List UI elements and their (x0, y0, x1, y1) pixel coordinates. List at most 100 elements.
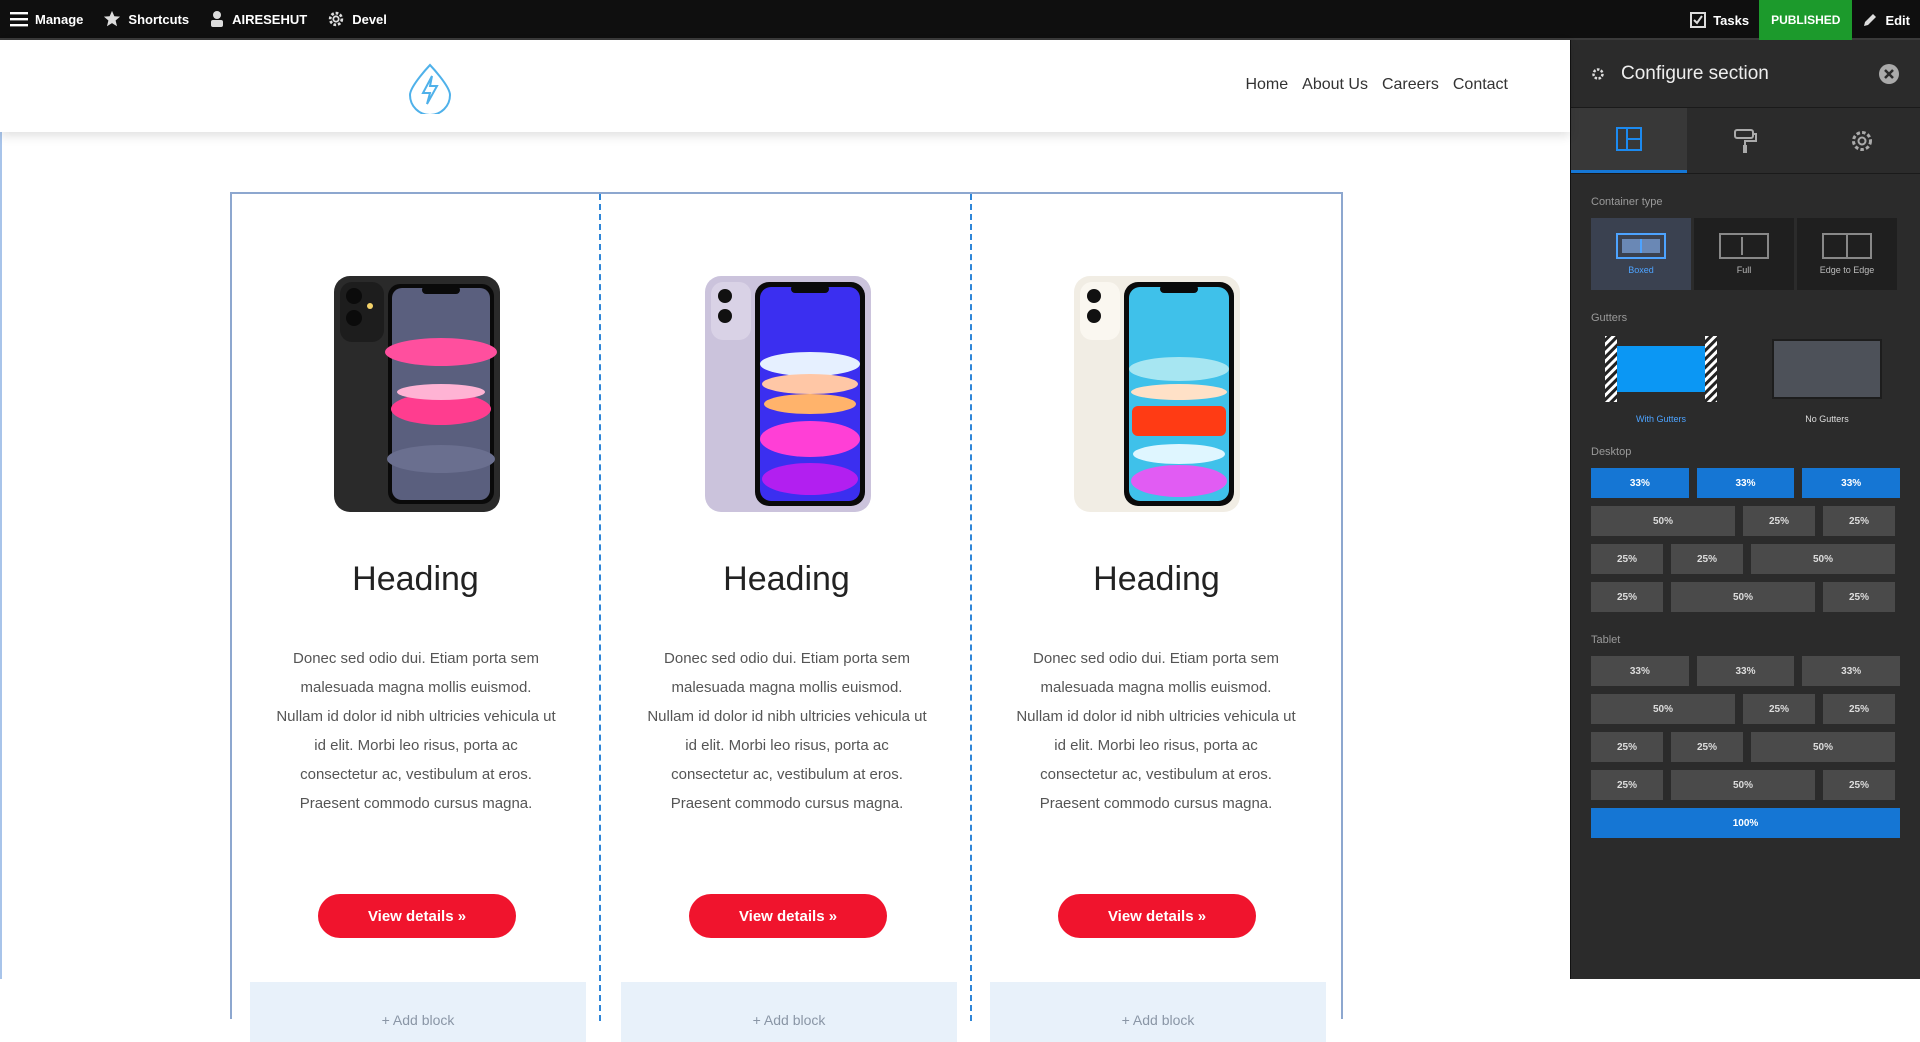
devel-label: Devel (352, 11, 387, 27)
layout-option[interactable]: 50% (1751, 544, 1895, 574)
view-details-button[interactable]: View details » (318, 894, 516, 938)
pencil-icon (1864, 14, 1877, 26)
card-heading: Heading (1093, 560, 1220, 598)
container-type-label: Boxed (1628, 265, 1654, 275)
star-icon (104, 10, 121, 27)
user-label: AIRESEHUT (232, 11, 308, 27)
layout-row: 25% 50% 25% (1591, 582, 1900, 612)
layout-row: 50% 25% 25% (1591, 506, 1900, 536)
tab-settings[interactable] (1804, 108, 1920, 173)
column-2[interactable]: Heading Donec sed odio dui. Etiam porta … (603, 194, 972, 1042)
layout-option[interactable]: 25% (1591, 732, 1663, 762)
layout-option[interactable]: 50% (1671, 770, 1815, 800)
gutters-label: Gutters (1591, 312, 1628, 324)
column-3[interactable]: Heading Donec sed odio dui. Etiam porta … (972, 194, 1341, 1042)
container-type-edge[interactable]: Edge to Edge (1797, 218, 1897, 290)
gutter-none[interactable]: No Gutters (1757, 334, 1897, 424)
edge-layout-icon (1822, 233, 1872, 259)
tab-layout[interactable] (1571, 108, 1688, 173)
tasks-menu[interactable]: Tasks (1680, 0, 1759, 40)
user-menu[interactable]: AIRESEHUT (199, 0, 317, 39)
layout-option[interactable]: 25% (1823, 694, 1895, 724)
hamburger-icon (10, 12, 28, 27)
column-1[interactable]: Heading Donec sed odio dui. Etiam porta … (232, 194, 601, 1042)
layout-option[interactable]: 50% (1751, 732, 1895, 762)
gutter-options: With Gutters No Gutters (1591, 334, 1900, 424)
layout-option[interactable]: 25% (1823, 506, 1895, 536)
devel-menu[interactable]: Devel (317, 0, 397, 39)
drop-bolt-logo-icon[interactable] (404, 62, 456, 114)
edit-button[interactable]: Edit (1852, 0, 1920, 40)
layout-option[interactable]: 33% (1696, 468, 1795, 498)
user-icon (211, 11, 224, 27)
paint-roller-icon (1734, 128, 1758, 153)
add-block-button[interactable]: + Add block (621, 982, 957, 1042)
layout-icon (1616, 127, 1643, 151)
layout-option[interactable]: 25% (1823, 770, 1895, 800)
layout-option[interactable]: 33% (1591, 656, 1689, 686)
card-text: Donec sed odio dui. Etiam porta sem male… (647, 650, 927, 812)
layout-option[interactable]: 25% (1823, 582, 1895, 612)
layout-option[interactable]: 25% (1591, 544, 1663, 574)
layout-option[interactable]: 25% (1671, 732, 1743, 762)
panel-title: Configure section (1621, 62, 1769, 84)
layout-option[interactable]: 25% (1591, 770, 1663, 800)
phone-image (705, 276, 871, 512)
view-details-button[interactable]: View details » (1058, 894, 1256, 938)
main-nav: Home About Us Careers Contact (1245, 76, 1508, 94)
tablet-layouts: 33% 33% 33% 50% 25% 25% 25% 25% 50% 25% … (1591, 656, 1901, 838)
manage-menu[interactable]: Manage (0, 0, 93, 39)
layout-option[interactable]: 33% (1591, 468, 1689, 498)
layout-option[interactable]: 25% (1743, 506, 1815, 536)
layout-option[interactable]: 33% (1696, 656, 1795, 686)
layout-option[interactable]: 50% (1671, 582, 1815, 612)
shortcuts-menu[interactable]: Shortcuts (93, 0, 199, 39)
card-heading: Heading (352, 560, 479, 598)
add-block-button[interactable]: + Add block (990, 982, 1326, 1042)
shortcuts-label: Shortcuts (128, 11, 190, 27)
phone-image (334, 276, 500, 512)
nav-item-careers[interactable]: Careers (1382, 76, 1439, 94)
container-type-boxed[interactable]: Boxed (1591, 218, 1691, 290)
container-type-label: Full (1736, 265, 1752, 275)
container-type-full[interactable]: Full (1694, 218, 1794, 290)
tab-style[interactable] (1687, 108, 1803, 173)
tablet-label: Tablet (1591, 634, 1621, 646)
gutter-with[interactable]: With Gutters (1591, 334, 1731, 424)
configure-section-panel: Configure section Container type Boxed F… (1570, 40, 1920, 979)
manage-label: Manage (35, 11, 84, 27)
section-container[interactable]: Heading Donec sed odio dui. Etiam porta … (230, 192, 1343, 1042)
layout-option[interactable]: 33% (1802, 656, 1901, 686)
layout-option-full[interactable]: 100% (1591, 808, 1900, 838)
layout-option[interactable]: 33% (1802, 468, 1901, 498)
layout-row: 25% 25% 50% (1591, 544, 1900, 574)
full-layout-icon (1719, 233, 1769, 259)
nav-item-about[interactable]: About Us (1302, 76, 1368, 94)
nav-item-home[interactable]: Home (1245, 76, 1288, 94)
layout-row: 33% 33% 33% (1591, 656, 1901, 686)
add-block-button[interactable]: + Add block (250, 982, 586, 1042)
settings-gear-icon (1851, 130, 1872, 151)
layout-option[interactable]: 25% (1743, 694, 1815, 724)
layout-option[interactable]: 25% (1671, 544, 1743, 574)
boxed-layout-icon (1616, 233, 1666, 259)
with-gutters-icon (1605, 336, 1717, 402)
gutter-label: With Gutters (1635, 414, 1686, 424)
layout-row: 100% (1591, 808, 1900, 838)
card-heading: Heading (723, 560, 850, 598)
card-text: Donec sed odio dui. Etiam porta sem male… (1016, 650, 1296, 812)
section-gear-icon (1592, 67, 1604, 80)
layout-option[interactable]: 25% (1591, 582, 1663, 612)
tasks-icon (1690, 12, 1707, 28)
container-type-options: Boxed Full Edge to Edge (1591, 218, 1900, 290)
layout-option[interactable]: 50% (1591, 506, 1735, 536)
gear-icon (329, 11, 344, 27)
page-canvas: Heading Donec sed odio dui. Etiam porta … (0, 40, 1570, 1042)
nav-item-contact[interactable]: Contact (1453, 76, 1508, 94)
close-icon[interactable] (1878, 63, 1900, 85)
layout-option[interactable]: 50% (1591, 694, 1735, 724)
view-details-button[interactable]: View details » (689, 894, 887, 938)
desktop-label: Desktop (1591, 446, 1632, 458)
published-badge: PUBLISHED (1759, 0, 1853, 40)
tasks-label: Tasks (1713, 12, 1750, 28)
